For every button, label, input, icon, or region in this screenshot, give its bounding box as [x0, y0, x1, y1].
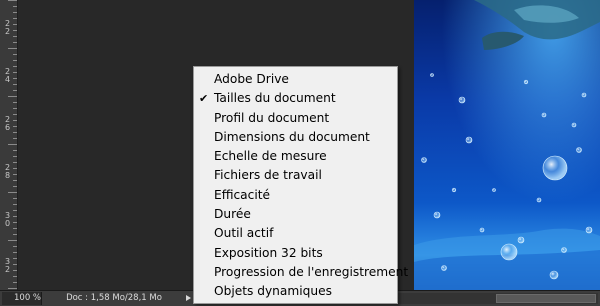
- ruler-label: 3 0: [5, 211, 11, 228]
- ruler-label: 2 8: [5, 163, 11, 180]
- menu-item-outil-actif[interactable]: Outil actif: [194, 224, 397, 243]
- ruler-tick: [13, 18, 17, 19]
- ruler-tick: [13, 264, 17, 265]
- ruler-tick: [13, 156, 17, 157]
- zoom-level-field[interactable]: 100 %: [2, 292, 42, 305]
- menu-item-exposition-32-bits[interactable]: Exposition 32 bits: [194, 244, 397, 263]
- ruler-tick: [13, 276, 17, 277]
- ruler-tick: [13, 30, 17, 31]
- ruler-tick: [13, 270, 17, 271]
- menu-item-adobe-drive[interactable]: Adobe Drive: [194, 70, 397, 89]
- document-info[interactable]: Doc : 1,58 Mo/28,1 Mo: [48, 292, 180, 305]
- ruler-tick: [13, 54, 17, 55]
- ruler-label: 2 2: [5, 19, 11, 36]
- ruler-tick: [8, 0, 17, 1]
- menu-item-objets-dynamiques[interactable]: Objets dynamiques: [194, 282, 397, 301]
- ruler-tick: [13, 126, 17, 127]
- scrollbar-thumb[interactable]: [496, 294, 596, 303]
- ruler-tick: [8, 96, 17, 97]
- ruler-tick: [13, 78, 17, 79]
- ruler-tick: [13, 198, 17, 199]
- ruler-label: 3 2: [5, 257, 11, 274]
- ruler-label: 2 6: [5, 115, 11, 132]
- ruler-tick: [13, 102, 17, 103]
- ruler-tick: [13, 216, 17, 217]
- ruler-tick: [8, 240, 17, 241]
- ruler-tick: [13, 282, 17, 283]
- menu-item-efficacite[interactable]: Efficacité: [194, 186, 397, 205]
- menu-item-fichiers-de-travail[interactable]: Fichiers de travail: [194, 166, 397, 185]
- ruler-tick: [8, 288, 17, 289]
- ruler-tick: [13, 186, 17, 187]
- checkmark-icon: ✔: [199, 92, 209, 106]
- ruler-tick: [13, 6, 17, 7]
- menu-item-echelle-de-mesure[interactable]: Echelle de mesure: [194, 147, 397, 166]
- ruler-tick: [13, 210, 17, 211]
- status-info-menu: Adobe Drive ✔ Tailles du document Profil …: [193, 66, 408, 304]
- ruler-tick: [13, 252, 17, 253]
- ruler-tick: [13, 258, 17, 259]
- ruler-tick: [13, 138, 17, 139]
- menu-item-dimensions-du-document[interactable]: Dimensions du document: [194, 128, 397, 147]
- ruler-tick: [13, 84, 17, 85]
- ruler-tick: [13, 36, 17, 37]
- ruler-tick: [13, 246, 17, 247]
- menu-item-label: Echelle de mesure: [214, 149, 327, 164]
- ruler-tick: [8, 144, 17, 145]
- menu-item-profil-du-document[interactable]: Profil du document: [194, 109, 397, 128]
- ruler-tick: [13, 162, 17, 163]
- underwater-turtle-image: [414, 0, 600, 290]
- ruler-tick: [13, 24, 17, 25]
- menu-item-tailles-du-document[interactable]: ✔ Tailles du document: [194, 89, 397, 108]
- menu-item-duree[interactable]: Durée: [194, 205, 397, 224]
- vertical-ruler[interactable]: 2 2 2 4 2 6 2 8 3 0 3 2: [0, 0, 18, 290]
- ruler-tick: [13, 168, 17, 169]
- menu-item-label: Tailles du document: [214, 91, 336, 106]
- menu-item-label: Adobe Drive: [214, 72, 289, 86]
- ruler-tick: [13, 12, 17, 13]
- ruler-tick: [13, 204, 17, 205]
- menu-item-label: Durée: [214, 207, 251, 222]
- ruler-tick: [13, 120, 17, 121]
- menu-item-label: Dimensions du document: [214, 129, 370, 144]
- menu-item-label: Fichiers de travail: [214, 168, 322, 183]
- ruler-tick: [13, 132, 17, 133]
- triangle-right-icon[interactable]: [186, 295, 191, 301]
- ruler-tick: [13, 150, 17, 151]
- ruler-tick: [13, 90, 17, 91]
- ruler-tick: [13, 60, 17, 61]
- ruler-tick: [13, 72, 17, 73]
- ruler-tick: [13, 180, 17, 181]
- menu-item-label: Efficacité: [214, 187, 271, 202]
- ruler-tick: [13, 234, 17, 235]
- ruler-tick: [8, 192, 17, 193]
- ruler-tick: [13, 108, 17, 109]
- ruler-tick: [13, 42, 17, 43]
- ruler-label: 2 4: [5, 67, 11, 84]
- document-image[interactable]: [414, 0, 600, 290]
- ruler-tick: [13, 174, 17, 175]
- ruler-tick: [13, 114, 17, 115]
- menu-item-label: Progression de l'enregistrement: [214, 264, 409, 279]
- ruler-tick: [8, 48, 17, 49]
- menu-item-progression-enregistrement[interactable]: Progression de l'enregistrement: [194, 263, 408, 282]
- menu-item-label: Outil actif: [214, 226, 274, 241]
- ruler-tick: [13, 228, 17, 229]
- ruler-tick: [13, 66, 17, 67]
- menu-item-label: Profil du document: [214, 110, 330, 125]
- menu-item-label: Objets dynamiques: [214, 284, 332, 299]
- ruler-tick: [13, 222, 17, 223]
- menu-item-label: Exposition 32 bits: [214, 245, 323, 260]
